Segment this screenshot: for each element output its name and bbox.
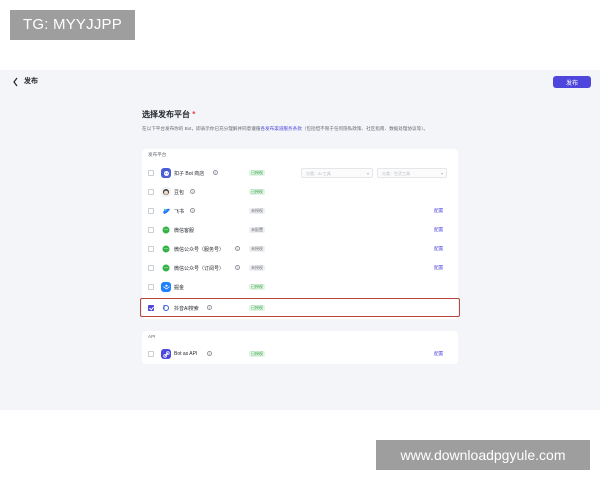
platform-row-douyin-ai-search[interactable]: 抖音AI搜索 i 已授权 (140, 298, 460, 317)
config-link[interactable]: 配置 (434, 351, 443, 357)
checkbox-checked[interactable] (148, 305, 154, 311)
platform-row-doubao[interactable]: 豆包 i 已授权 (142, 183, 458, 202)
config-link[interactable]: 配置 (434, 246, 443, 252)
checkbox[interactable] (148, 265, 154, 271)
platform-name: 扣子 Bot 商店 (174, 171, 205, 177)
watermark-bottom: www.downloadpgyule.com (376, 440, 590, 470)
config-link[interactable]: 配置 (434, 265, 443, 271)
wechat-icon (162, 264, 170, 272)
search-logo-icon (163, 305, 169, 311)
required-mark: * (192, 110, 196, 119)
platform-name: 掘金 (174, 285, 185, 291)
chevron-down-icon: ▾ (440, 171, 443, 176)
platform-name: 豆包 (174, 190, 185, 196)
api-icon (161, 349, 171, 359)
category-select-1[interactable]: 分类：AI 工具 ▾ (301, 168, 373, 178)
checkbox[interactable] (148, 284, 154, 290)
platform-row-juejin[interactable]: 掘金 已授权 (142, 278, 458, 297)
platform-row-wechat-service[interactable]: 微信公众号（服务号） i 未授权 配置 (142, 240, 458, 259)
group-label: API (148, 334, 156, 339)
juejin-logo-icon (162, 284, 170, 290)
wechat-oa-icon (161, 263, 171, 273)
chevron-down-icon: ▾ (366, 171, 369, 176)
section-title: 选择发布平台 * (142, 109, 195, 120)
bot-face-icon (163, 170, 169, 176)
status-badge: 已授权 (249, 170, 265, 176)
category-select-2[interactable]: 分类：生活工具 ▾ (377, 168, 447, 178)
status-badge: 未授权 (249, 246, 265, 252)
platform-row-wechat-kf[interactable]: 微信客服 未配置 配置 (142, 221, 458, 240)
info-icon[interactable]: i (207, 351, 212, 356)
platform-card: 发布平台 扣子 Bot 商店 i 已授权 分类：AI 工具 ▾ 分类：生活工具 ▾ … (140, 149, 460, 319)
checkbox[interactable] (148, 227, 154, 233)
checkbox[interactable] (148, 170, 154, 176)
doubao-icon (161, 187, 171, 197)
checkbox[interactable] (148, 208, 154, 214)
platform-name: 抖音AI搜索 (174, 306, 199, 312)
status-badge: 已授权 (249, 284, 265, 290)
desc-suffix: （包括但不限于任何隐私政策、社区指南、数据处理协议等）。 (301, 126, 429, 131)
status-badge: 未授权 (249, 208, 265, 214)
platform-name: 微信客服 (174, 228, 195, 234)
platform-row-feishu[interactable]: 飞书 i 未授权 配置 (142, 202, 458, 221)
checkbox[interactable] (148, 189, 154, 195)
status-badge: 已授权 (249, 189, 265, 195)
select-value: 分类：AI 工具 (306, 171, 331, 176)
desc-prefix: 在以下平台发布你的 Bot，即表示你已充分理解并同意遵循 (142, 126, 261, 131)
info-icon[interactable]: i (235, 246, 240, 251)
checkbox[interactable] (148, 351, 154, 357)
platform-name: Bot as API (174, 351, 198, 357)
group-label: 发布平台 (148, 152, 167, 157)
info-icon[interactable]: i (190, 189, 195, 194)
terms-link[interactable]: 各发布渠道服务条款 (260, 126, 301, 131)
info-icon[interactable]: i (213, 170, 218, 175)
config-link[interactable]: 配置 (434, 227, 443, 233)
status-badge: 已授权 (249, 305, 265, 311)
wechat-icon (162, 226, 170, 234)
checkbox[interactable] (148, 246, 154, 252)
wechat-icon (162, 245, 170, 253)
doubao-face-icon (163, 189, 169, 195)
douyin-search-icon (161, 303, 171, 313)
status-badge: 未配置 (249, 227, 265, 233)
coze-store-icon (161, 168, 171, 178)
link-icon (162, 350, 170, 358)
juejin-icon (161, 282, 171, 292)
info-icon[interactable]: i (207, 305, 212, 310)
platform-row-bot-as-api[interactable]: Bot as API i 已授权 配置 (142, 345, 458, 364)
info-icon[interactable]: i (190, 208, 195, 213)
api-card: API Bot as API i 已授权 配置 (142, 331, 458, 364)
config-link[interactable]: 配置 (434, 208, 443, 214)
section-title-text: 选择发布平台 (142, 110, 190, 119)
status-badge: 已授权 (249, 351, 265, 357)
publish-button[interactable]: 发布 (553, 76, 591, 88)
info-icon[interactable]: i (235, 265, 240, 270)
app-window: 发布 发布 选择发布平台 * 在以下平台发布你的 Bot，即表示你已充分理解并同… (0, 70, 600, 410)
platform-row-wechat-subscription[interactable]: 微信公众号（订阅号） i 未授权 配置 (142, 259, 458, 278)
back-arrow-icon[interactable] (11, 76, 21, 88)
top-bar: 发布 发布 (0, 70, 600, 94)
platform-row-coze-store[interactable]: 扣子 Bot 商店 i 已授权 分类：AI 工具 ▾ 分类：生活工具 ▾ (142, 164, 458, 183)
wechat-kf-icon (161, 225, 171, 235)
feishu-icon (161, 206, 171, 216)
watermark-top: TG: MYYJJPP (10, 10, 135, 40)
platform-name: 微信公众号（订阅号） (174, 266, 225, 272)
platform-name: 微信公众号（服务号） (174, 247, 225, 253)
wechat-oa-icon (161, 244, 171, 254)
feishu-bird-icon (162, 208, 170, 214)
status-badge: 未授权 (249, 265, 265, 271)
select-value: 分类：生活工具 (382, 171, 410, 176)
page-title: 发布 (24, 78, 38, 85)
platform-name: 飞书 (174, 209, 185, 215)
section-description: 在以下平台发布你的 Bot，即表示你已充分理解并同意遵循各发布渠道服务条款（包括… (142, 125, 460, 132)
